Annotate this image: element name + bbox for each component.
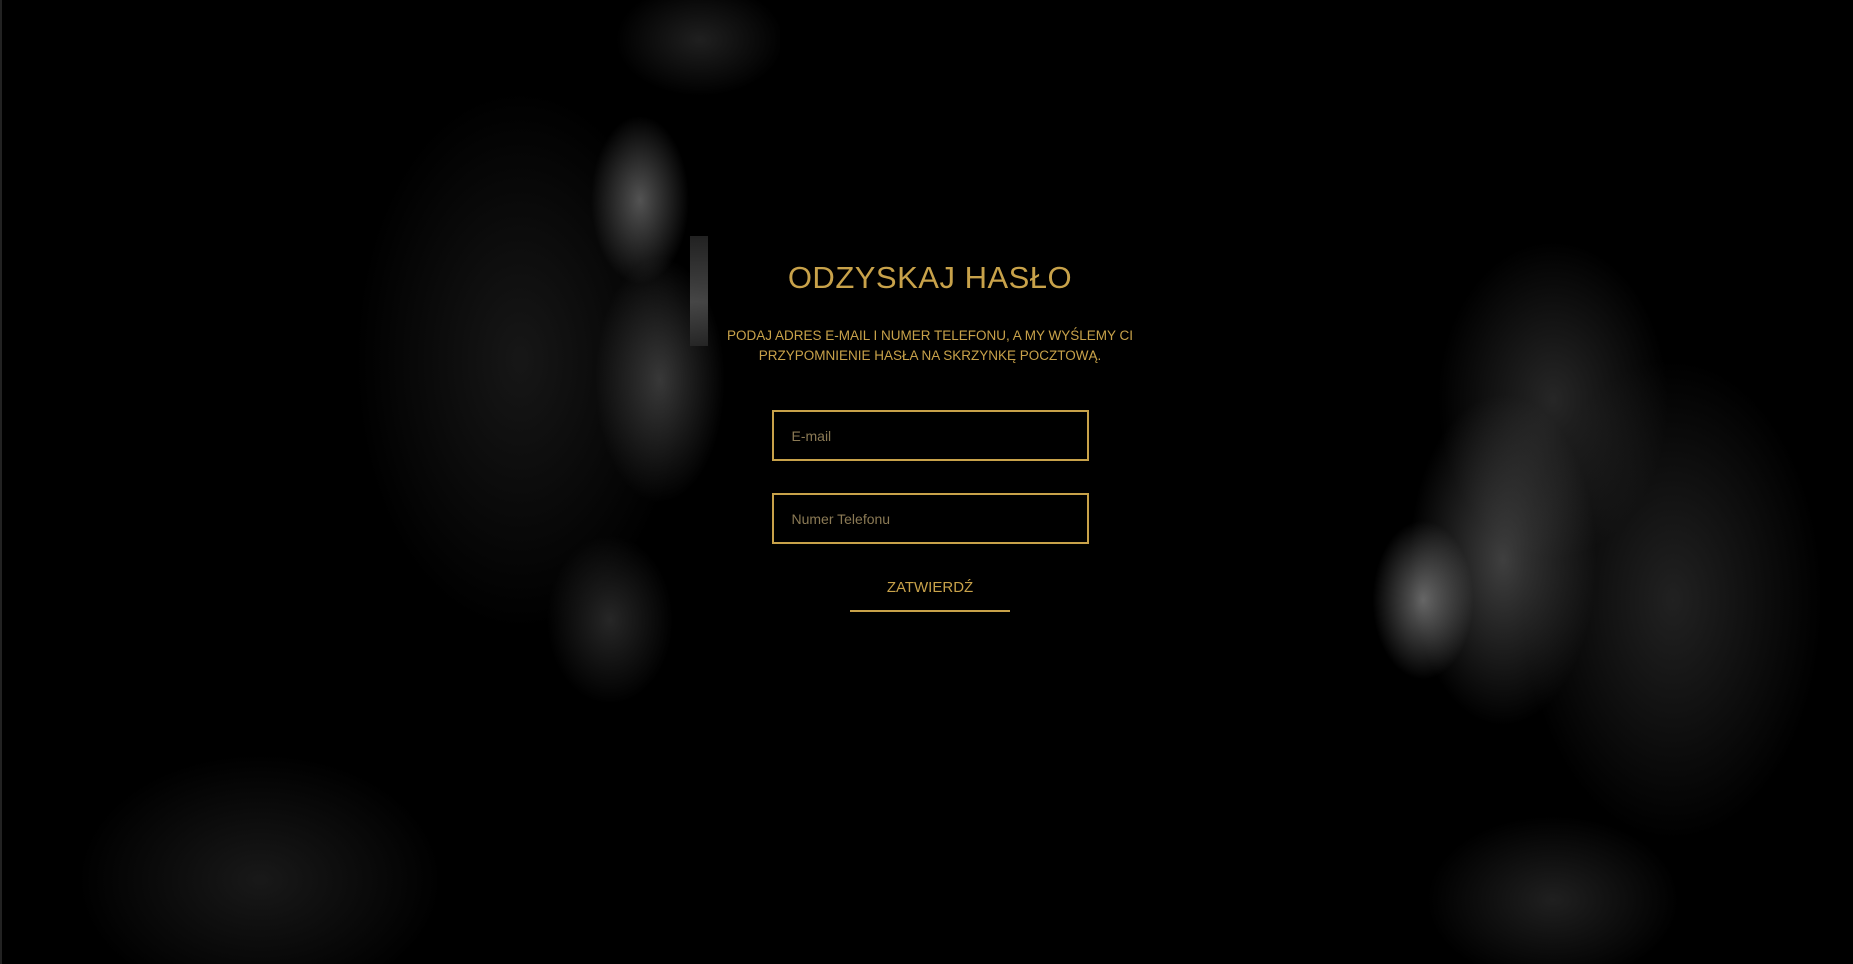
woman-portrait-image [1253, 0, 1853, 964]
instructions-line-2: PRZYPOMNIENIE HASŁA NA SKRZYNKĘ POCZTOWĄ… [758, 348, 1102, 363]
email-input[interactable] [771, 410, 1089, 461]
man-portrait-image [0, 0, 780, 964]
instructions-text: PODAJ ADRES E-MAIL I NUMER TELEFONU, A M… [700, 326, 1160, 366]
instructions-line-1: PODAJ ADRES E-MAIL I NUMER TELEFONU, A M… [726, 328, 1134, 343]
phone-input[interactable] [771, 493, 1089, 544]
password-recovery-page: ODZYSKAJ HASŁO PODAJ ADRES E-MAIL I NUME… [0, 0, 1853, 964]
recovery-form: ODZYSKAJ HASŁO PODAJ ADRES E-MAIL I NUME… [700, 250, 1160, 612]
submit-button[interactable]: ZATWIERDŹ [850, 579, 1010, 612]
page-title: ODZYSKAJ HASŁO [787, 260, 1073, 295]
left-edge-divider [0, 0, 2, 964]
